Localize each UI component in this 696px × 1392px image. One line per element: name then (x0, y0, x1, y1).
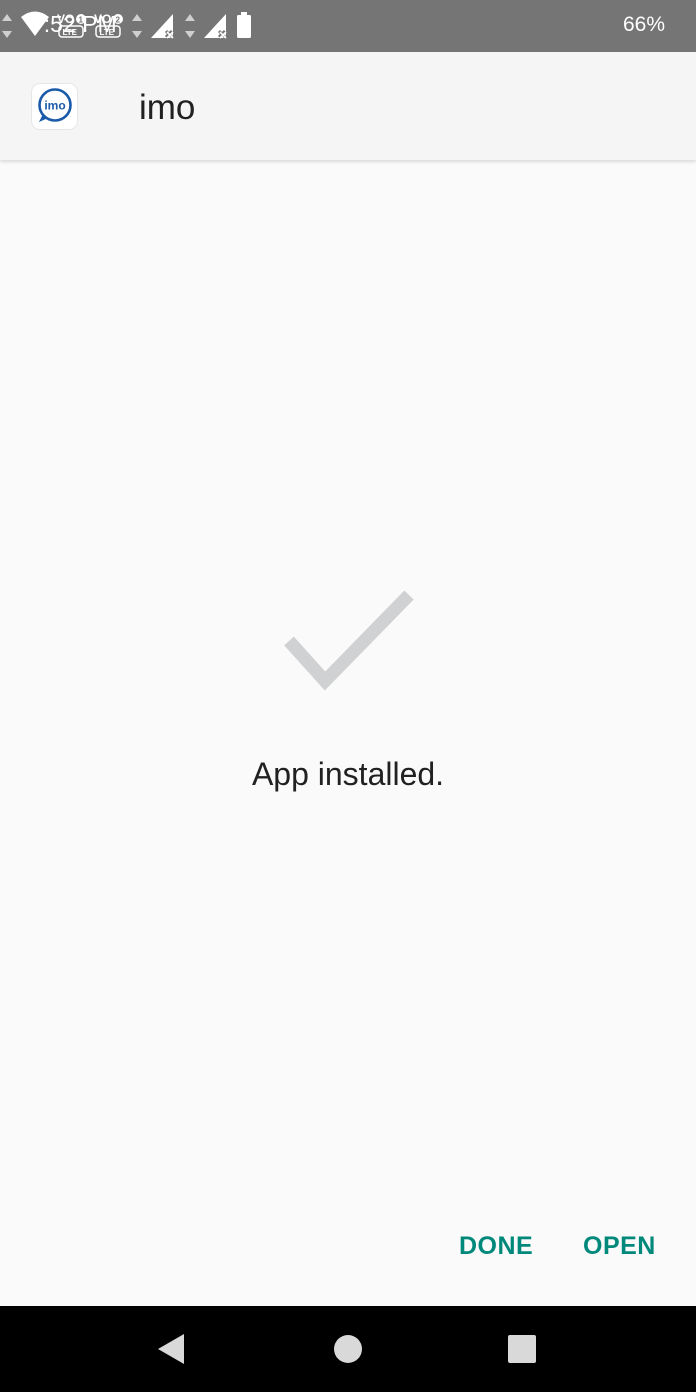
imo-logo-icon: imo (38, 88, 72, 122)
done-button[interactable]: DONE (459, 1226, 533, 1266)
app-header: imo imo (0, 52, 696, 160)
battery-percent: 66% (622, 13, 665, 36)
open-button[interactable]: OPEN (583, 1226, 656, 1266)
navigation-bar (0, 1306, 696, 1392)
install-status-message: App installed. (251, 756, 445, 792)
data-arrows-icon (2, 14, 12, 38)
recents-icon[interactable] (500, 1306, 544, 1392)
signal-icon (151, 14, 175, 39)
home-icon[interactable] (326, 1306, 370, 1392)
app-installed-screen: 7:52 PM VO 1 LTE VO 2 LTE 66% imo imo Ap… (0, 0, 696, 1392)
svg-text:imo: imo (44, 99, 65, 113)
battery-icon (236, 12, 251, 38)
status-bar: 7:52 PM VO 1 LTE VO 2 LTE 66% (0, 0, 696, 52)
app-name: imo (139, 88, 196, 127)
back-icon[interactable] (150, 1306, 194, 1392)
checkmark-icon (284, 590, 414, 691)
data-arrows-icon (132, 14, 143, 38)
signal-icon (203, 14, 227, 39)
data-arrows-icon (184, 14, 195, 38)
status-time: 7:52 PM (31, 11, 117, 37)
app-logo: imo (32, 84, 77, 129)
